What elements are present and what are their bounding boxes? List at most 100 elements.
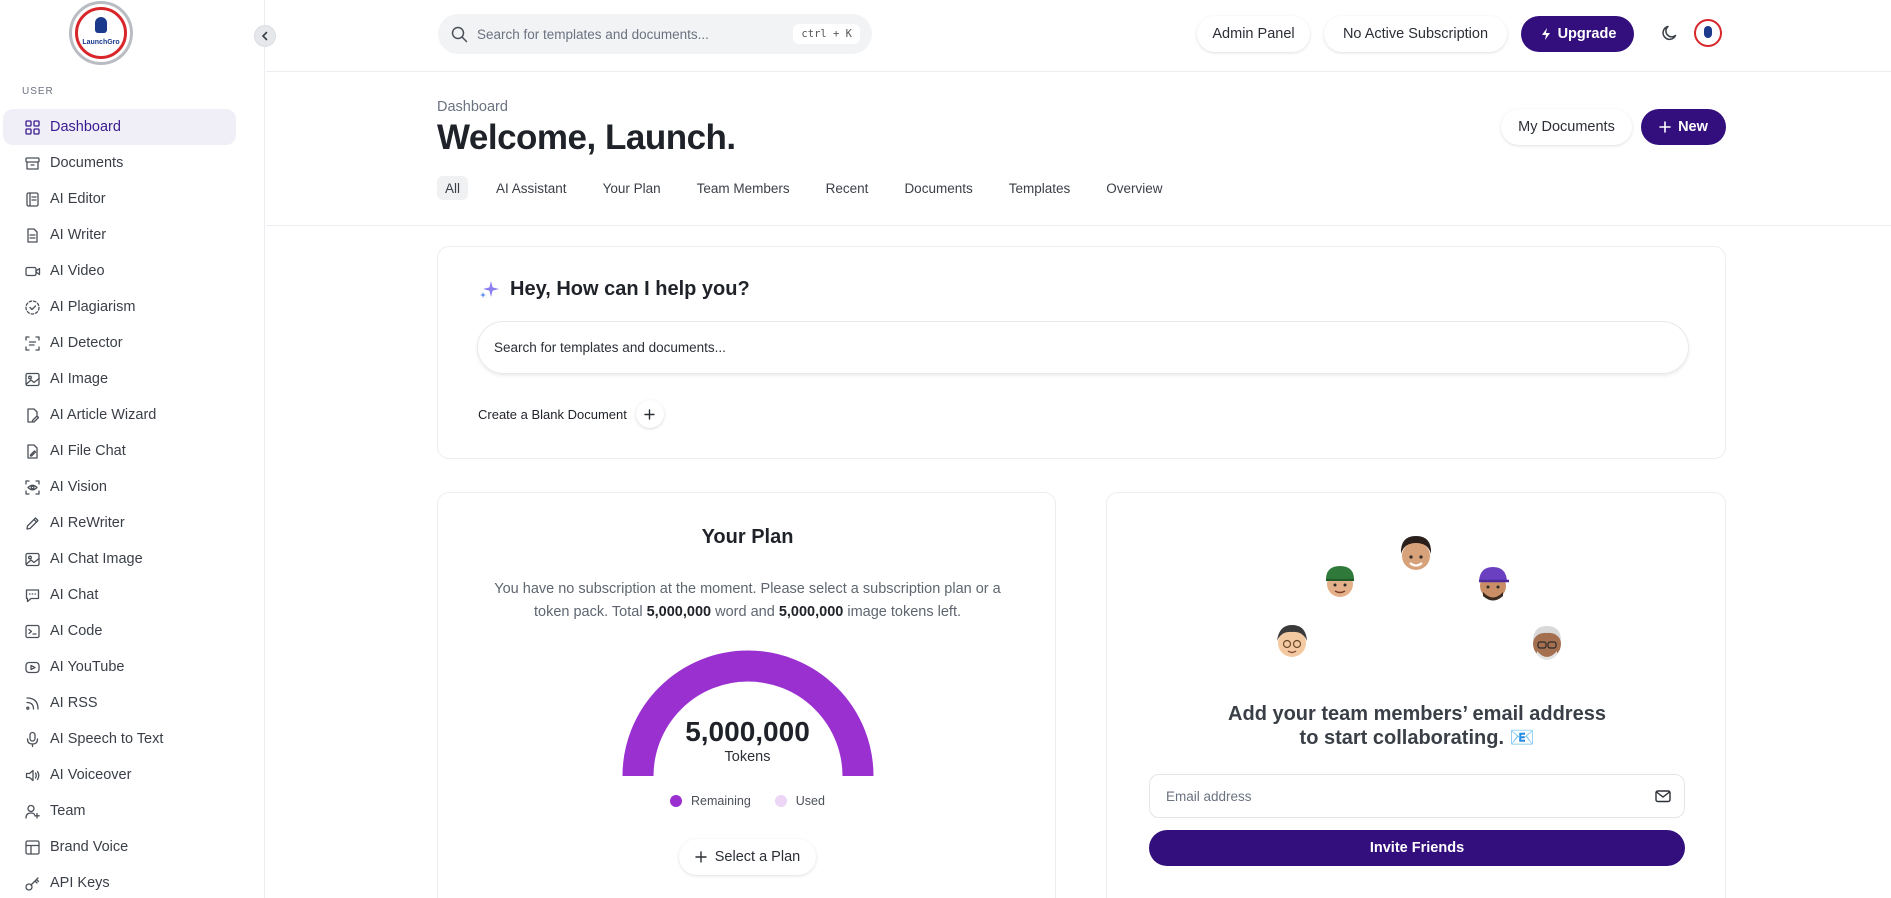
document-icon <box>24 227 41 244</box>
sidebar-item-ai-chat-image[interactable]: AI Chat Image <box>3 541 236 577</box>
new-label: New <box>1678 119 1708 135</box>
team-avatar-2 <box>1326 566 1354 597</box>
create-blank-document[interactable]: Create a Blank Document <box>478 400 664 428</box>
tab-templates[interactable]: Templates <box>1001 176 1079 200</box>
plus-icon <box>644 408 656 420</box>
sidebar-item-label: AI ReWriter <box>50 515 125 531</box>
sidebar-item-ai-writer[interactable]: AI Writer <box>3 217 236 253</box>
sparkle-icon <box>480 281 499 298</box>
sidebar-nav: Dashboard Documents AI Editor AI Writer AI V… <box>3 109 236 898</box>
sidebar-item-label: Documents <box>50 155 124 171</box>
sidebar-item-label: AI Voiceover <box>50 767 132 783</box>
moon-icon <box>1662 25 1677 41</box>
tokens-remaining-value: 5,000,000 <box>685 716 810 747</box>
sidebar-item-ai-rewriter[interactable]: AI ReWriter <box>3 505 236 541</box>
sidebar-item-ai-detector[interactable]: AI Detector <box>3 325 236 361</box>
sidebar-item-brand-voice[interactable]: Brand Voice <box>3 829 236 865</box>
sidebar-item-ai-video[interactable]: AI Video <box>3 253 236 289</box>
sidebar-item-ai-speech-to-text[interactable]: AI Speech to Text <box>3 721 236 757</box>
sidebar-item-ai-youtube[interactable]: AI YouTube <box>3 649 236 685</box>
sidebar-item-ai-chat[interactable]: AI Chat <box>3 577 236 613</box>
search-icon <box>451 26 468 42</box>
sidebar-item-label: AI Chat Image <box>50 551 143 567</box>
rss-icon <box>24 695 41 712</box>
legend-used: Used <box>774 794 825 808</box>
team-avatar-5 <box>1533 626 1561 660</box>
layout-icon <box>24 839 41 856</box>
sidebar-item-ai-voiceover[interactable]: AI Voiceover <box>3 757 236 793</box>
page-title: Welcome, Launch. <box>437 118 736 157</box>
legend-used-label: Used <box>795 794 825 808</box>
dashed-check-icon <box>24 299 41 316</box>
sidebar-item-label: AI Vision <box>50 479 107 495</box>
sidebar-item-ai-rss[interactable]: AI RSS <box>3 685 236 721</box>
tab-ai-assistant[interactable]: AI Assistant <box>488 176 575 200</box>
sidebar-section-label: USER <box>22 86 54 97</box>
sidebar-item-label: API Keys <box>50 875 110 891</box>
user-avatar[interactable] <box>1694 19 1722 47</box>
sidebar-item-label: AI Code <box>50 623 103 639</box>
admin-panel-button[interactable]: Admin Panel <box>1197 16 1310 52</box>
plus-icon <box>695 851 707 863</box>
team-avatar-3 <box>1400 536 1432 570</box>
tab-your-plan[interactable]: Your Plan <box>595 176 669 200</box>
my-documents-button[interactable]: My Documents <box>1501 109 1632 145</box>
assistant-search-input[interactable]: Search for templates and documents... <box>478 322 1688 373</box>
sidebar-item-label: AI Editor <box>50 191 106 207</box>
sidebar-item-ai-vision[interactable]: AI Vision <box>3 469 236 505</box>
file-pen-icon <box>24 443 41 460</box>
sidebar-item-ai-editor[interactable]: AI Editor <box>3 181 236 217</box>
team-members-card: Add your team members’ email address to … <box>1106 492 1726 898</box>
sidebar-item-dashboard[interactable]: Dashboard <box>3 109 236 145</box>
sidebar-item-label: AI Chat <box>50 587 99 603</box>
dark-mode-toggle[interactable] <box>1659 22 1681 44</box>
sidebar-item-ai-file-chat[interactable]: AI File Chat <box>3 433 236 469</box>
speaker-icon <box>24 767 41 784</box>
key-icon <box>24 875 41 892</box>
tokens-unit-label: Tokens <box>724 749 771 765</box>
youtube-icon <box>24 659 41 676</box>
sidebar-item-api-keys[interactable]: API Keys <box>3 865 236 898</box>
select-plan-button[interactable]: Select a Plan <box>679 839 816 875</box>
sidebar-item-label: AI Speech to Text <box>50 731 164 747</box>
brand-logo[interactable]: LaunchGro <box>69 1 133 65</box>
team-invite-title: Add your team members’ email address to … <box>1107 702 1727 750</box>
select-plan-label: Select a Plan <box>714 849 801 865</box>
pencil-icon <box>24 515 41 532</box>
create-blank-document-button[interactable] <box>635 400 664 428</box>
sidebar-item-ai-image[interactable]: AI Image <box>3 361 236 397</box>
sidebar-item-ai-plagiarism[interactable]: AI Plagiarism <box>3 289 236 325</box>
header-divider <box>266 225 1891 226</box>
video-icon <box>24 263 41 280</box>
tab-team-members[interactable]: Team Members <box>689 176 798 200</box>
sidebar-item-ai-article-wizard[interactable]: AI Article Wizard <box>3 397 236 433</box>
sidebar-item-label: AI RSS <box>50 695 98 711</box>
tab-all[interactable]: All <box>437 176 469 200</box>
chevron-left-icon <box>261 31 268 41</box>
bolt-icon <box>1541 28 1550 40</box>
sidebar-item-label: AI Detector <box>50 335 123 351</box>
plan-description: You have no subscription at the moment. … <box>478 578 1017 624</box>
tab-documents[interactable]: Documents <box>896 176 980 200</box>
subscription-status-button[interactable]: No Active Subscription <box>1324 16 1507 52</box>
tab-overview[interactable]: Overview <box>1098 176 1170 200</box>
email-field[interactable]: Email address <box>1149 774 1685 818</box>
image-icon <box>24 371 41 388</box>
sidebar-item-ai-code[interactable]: AI Code <box>3 613 236 649</box>
sidebar-item-label: AI Writer <box>50 227 107 243</box>
ai-assistant-card: Hey, How can I help you? Search for temp… <box>437 246 1726 459</box>
new-button[interactable]: New <box>1641 109 1726 145</box>
collapse-sidebar-button[interactable] <box>254 25 276 47</box>
team-avatar-4 <box>1479 567 1509 601</box>
global-search-input[interactable]: Search for templates and documents... ct… <box>438 14 872 54</box>
chat-icon <box>24 587 41 604</box>
team-avatar-1 <box>1277 625 1307 657</box>
invite-friends-button[interactable]: Invite Friends <box>1149 830 1685 866</box>
microphone-icon <box>24 731 41 748</box>
team-title-line: Add your team members’ email address <box>1228 703 1606 725</box>
upgrade-button[interactable]: Upgrade <box>1521 16 1634 52</box>
sidebar-item-label: Brand Voice <box>50 839 129 855</box>
tab-recent[interactable]: Recent <box>818 176 877 200</box>
sidebar-item-documents[interactable]: Documents <box>3 145 236 181</box>
sidebar-item-team[interactable]: Team <box>3 793 236 829</box>
